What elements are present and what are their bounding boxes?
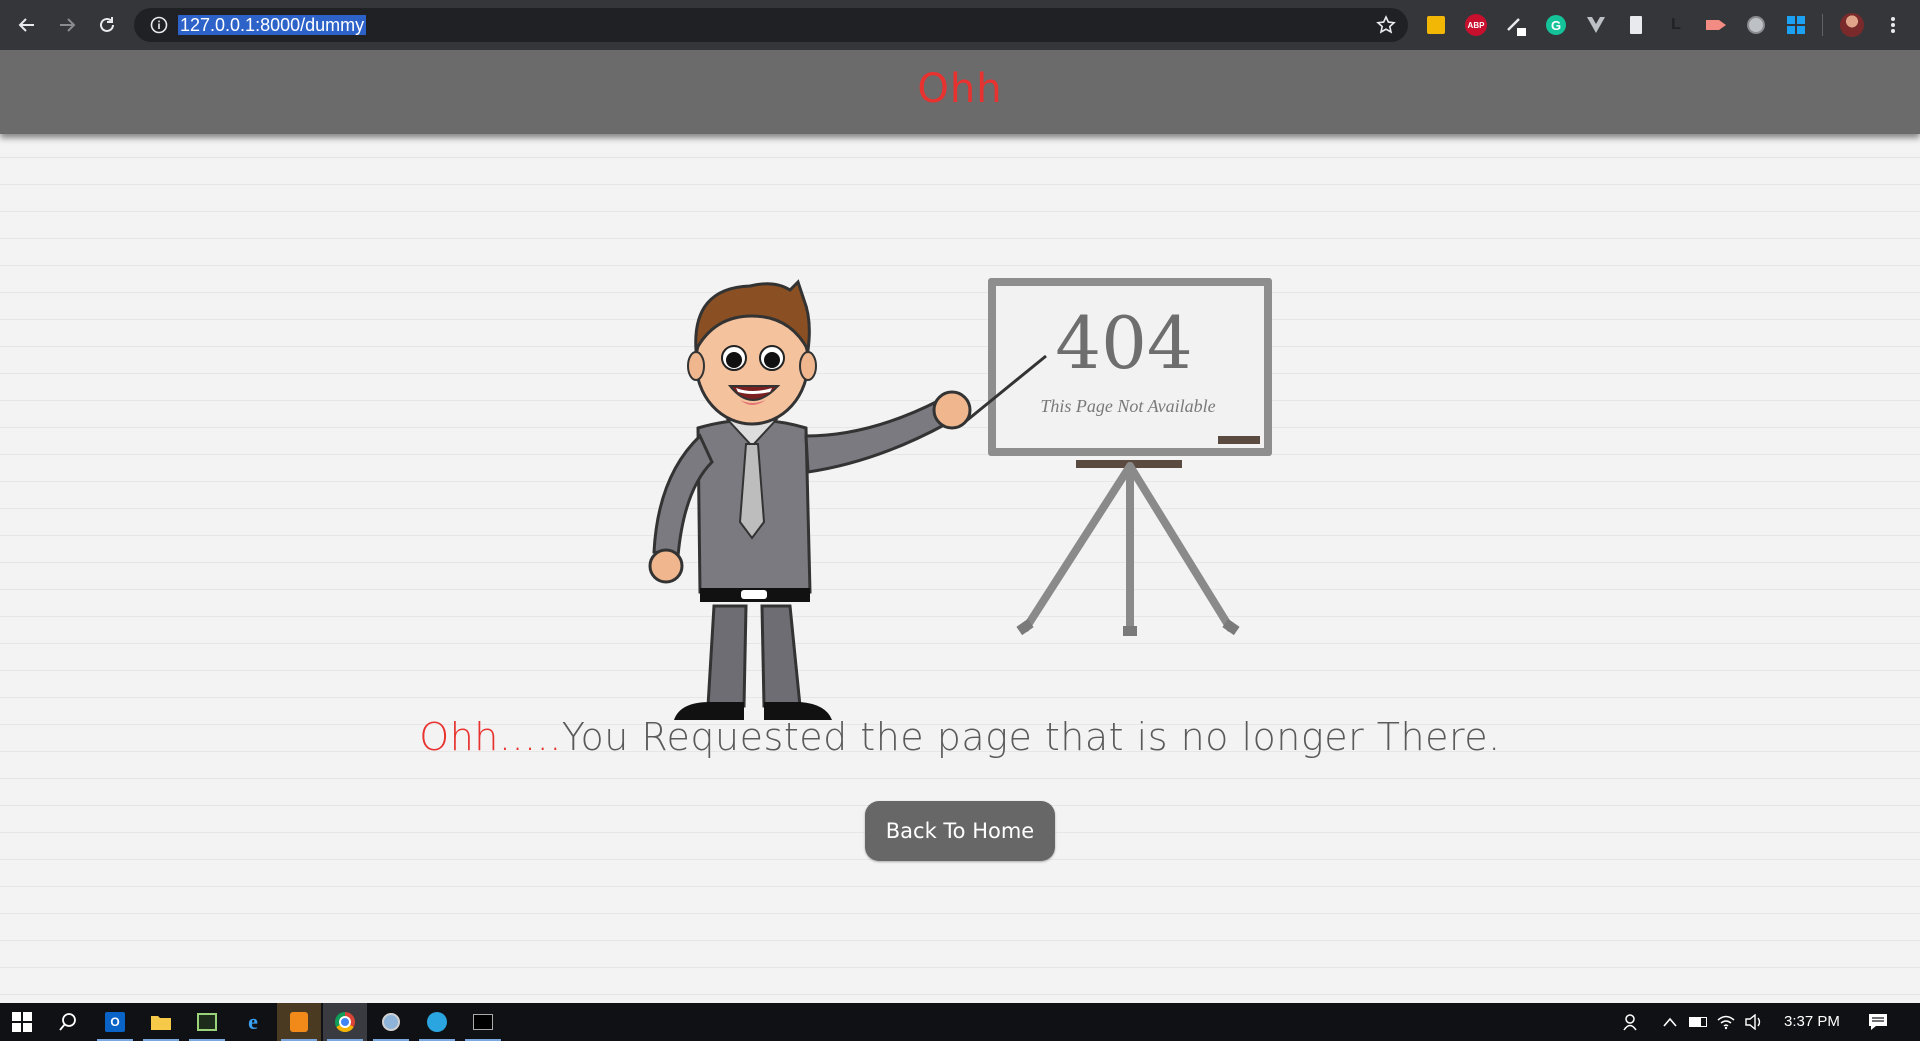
clipboard-extension-icon[interactable] (1625, 14, 1647, 36)
cmd-icon[interactable] (461, 1003, 505, 1041)
notes-extension-icon[interactable] (1425, 14, 1447, 36)
file-explorer-icon[interactable] (139, 1003, 183, 1041)
reload-icon[interactable] (93, 11, 121, 39)
globe-app-icon[interactable] (369, 1003, 413, 1041)
notifications-icon[interactable] (1868, 1012, 1888, 1032)
volume-icon[interactable] (1744, 1012, 1764, 1032)
back-to-home-button[interactable]: Back To Home (865, 801, 1055, 861)
error-message-text: You Requested the page that is no longer… (561, 715, 1501, 759)
profile-avatar[interactable] (1840, 13, 1864, 37)
people-icon[interactable] (1622, 1012, 1642, 1032)
taskbar-clock[interactable]: 3:37 PM (1784, 1013, 1840, 1030)
chrome-icon[interactable] (323, 1003, 367, 1041)
back-arrow-icon[interactable] (13, 11, 41, 39)
internet-explorer-icon[interactable]: e (231, 1003, 275, 1041)
cartoon-man (648, 279, 972, 720)
chevron-up-icon[interactable] (1660, 1012, 1680, 1032)
error-message: Ohh.....You Requested the page that is n… (0, 715, 1920, 759)
404-illustration: 404 This Page Not Available (648, 278, 1272, 720)
pen-extension-icon[interactable] (1505, 14, 1527, 36)
bookmark-star-icon[interactable] (1376, 15, 1396, 35)
menu-dots-icon[interactable] (1882, 14, 1904, 36)
site-title: Ohh (917, 66, 1003, 112)
error-message-accent: Ohh..... (419, 715, 562, 759)
windows-start-icon[interactable] (0, 1003, 44, 1041)
windows-extension-icon[interactable] (1785, 14, 1807, 36)
board-caption: This Page Not Available (1040, 396, 1215, 416)
page-content: Ohh 404 This Page Not Available Ohh.....… (0, 50, 1920, 1003)
wifi-icon[interactable] (1716, 1012, 1736, 1032)
site-info-icon[interactable] (150, 16, 168, 34)
browser-toolbar: 127.0.0.1:8000/dummy ABP G L (0, 0, 1920, 50)
grammarly-icon[interactable]: G (1545, 14, 1567, 36)
l-extension-icon[interactable]: L (1665, 14, 1687, 36)
battery-icon[interactable] (1688, 1012, 1708, 1032)
address-bar[interactable]: 127.0.0.1:8000/dummy (134, 8, 1408, 42)
adblock-plus-icon[interactable]: ABP (1465, 14, 1487, 36)
easel (1016, 460, 1240, 636)
outlook-icon[interactable]: O (93, 1003, 137, 1041)
vue-devtools-icon[interactable] (1585, 14, 1607, 36)
forward-arrow-icon[interactable] (53, 11, 81, 39)
toolbar-divider (1822, 14, 1823, 36)
board-404-text: 404 (1055, 301, 1192, 385)
url-text[interactable]: 127.0.0.1:8000/dummy (178, 15, 367, 35)
edge-icon[interactable] (415, 1003, 459, 1041)
video-extension-icon[interactable] (1705, 14, 1727, 36)
circle-extension-icon[interactable] (1745, 14, 1767, 36)
sublime-text-icon[interactable] (277, 1003, 321, 1041)
terminal-app-icon[interactable] (185, 1003, 229, 1041)
search-icon[interactable] (46, 1003, 90, 1041)
windows-taskbar: O e 3:37 PM (0, 1003, 1920, 1041)
site-header: Ohh (0, 50, 1920, 134)
